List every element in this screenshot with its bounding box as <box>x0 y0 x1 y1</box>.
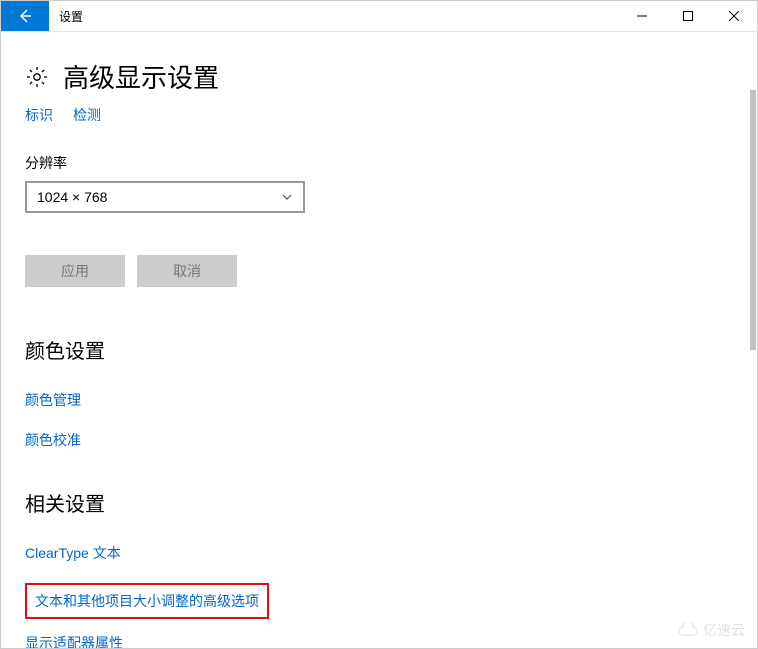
related-section-title: 相关设置 <box>25 488 733 517</box>
watermark-text: 亿速云 <box>703 620 745 640</box>
content-area: 高级显示设置 标识 检测 分辨率 1024 × 768 应用 取消 颜色设置 颜… <box>1 32 757 648</box>
color-section-title: 颜色设置 <box>25 335 733 364</box>
advanced-sizing-link[interactable]: 文本和其他项目大小调整的高级选项 <box>35 593 259 609</box>
arrow-left-icon <box>17 8 33 24</box>
window-title: 设置 <box>49 1 93 31</box>
maximize-button[interactable] <box>665 1 711 31</box>
button-row: 应用 取消 <box>25 255 733 287</box>
chevron-down-icon <box>281 191 293 203</box>
identify-link[interactable]: 标识 <box>25 105 53 125</box>
cancel-button[interactable]: 取消 <box>137 255 237 287</box>
identify-detect-row: 标识 检测 <box>25 105 733 125</box>
color-calibration-link[interactable]: 颜色校准 <box>25 430 733 450</box>
scrollbar[interactable] <box>746 32 756 648</box>
page-header: 高级显示设置 <box>25 58 733 95</box>
watermark: 亿速云 <box>677 620 745 640</box>
gear-icon <box>25 65 49 89</box>
titlebar: 设置 <box>1 1 757 32</box>
back-button[interactable] <box>1 1 49 31</box>
resolution-select[interactable]: 1024 × 768 <box>25 181 305 213</box>
minimize-icon <box>637 11 647 21</box>
close-button[interactable] <box>711 1 757 31</box>
maximize-icon <box>683 11 693 21</box>
minimize-button[interactable] <box>619 1 665 31</box>
color-management-link[interactable]: 颜色管理 <box>25 390 733 410</box>
close-icon <box>729 11 739 21</box>
resolution-value: 1024 × 768 <box>37 189 107 205</box>
detect-link[interactable]: 检测 <box>73 105 101 125</box>
cleartype-link[interactable]: ClearType 文本 <box>25 543 733 563</box>
apply-button[interactable]: 应用 <box>25 255 125 287</box>
title-spacer <box>93 1 619 31</box>
adapter-properties-link[interactable]: 显示适配器属性 <box>25 633 733 648</box>
resolution-label: 分辨率 <box>25 153 733 173</box>
scroll-thumb[interactable] <box>750 90 756 350</box>
highlighted-box: 文本和其他项目大小调整的高级选项 <box>25 583 269 619</box>
page-title: 高级显示设置 <box>63 58 219 95</box>
cloud-icon <box>677 623 699 637</box>
